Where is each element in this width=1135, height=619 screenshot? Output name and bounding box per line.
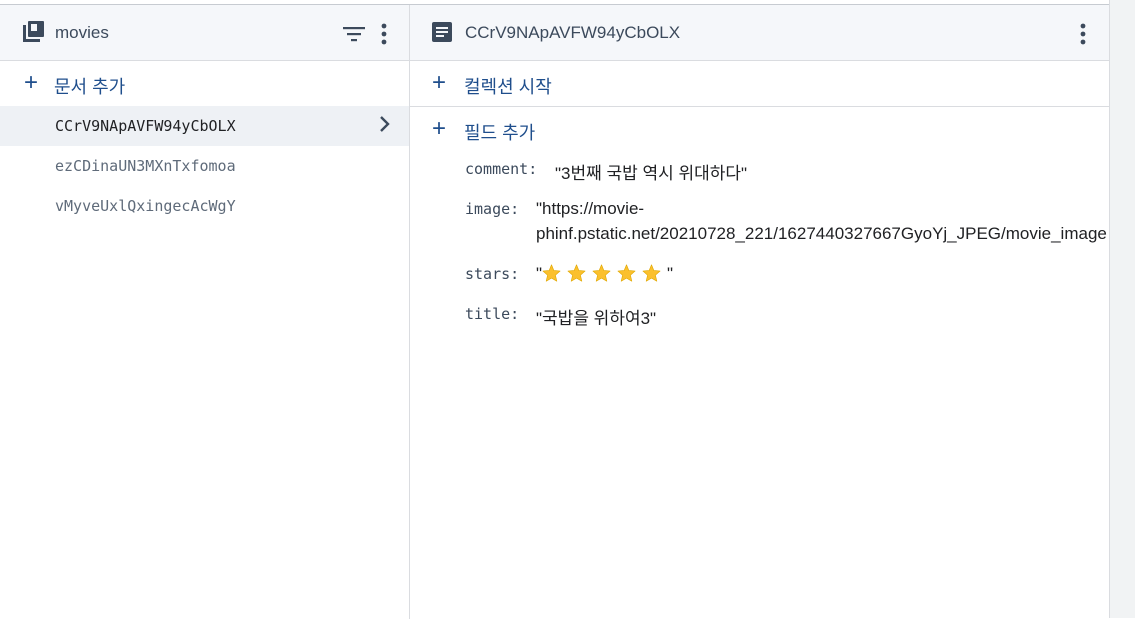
star-icon — [542, 264, 561, 282]
star-icon — [642, 264, 661, 282]
document-list-item[interactable]: vMyveUxlQxingecAcWgY — [0, 186, 409, 226]
add-document-label: 문서 추가 — [54, 77, 126, 97]
star-icon — [617, 264, 636, 282]
document-header: CCrV9NApAVFW94yCbOLX — [410, 5, 1109, 61]
collection-header: movies — [0, 5, 409, 61]
star-rating — [542, 264, 667, 283]
plus-icon: + — [432, 115, 447, 142]
star-icon — [592, 264, 611, 282]
start-collection-label: 컬렉션 시작 — [464, 77, 552, 97]
document-id: CCrV9NApAVFW94yCbOLX — [55, 117, 236, 135]
field-value: "국밥을 위하여3" — [536, 309, 657, 328]
quote-close: " — [667, 264, 674, 283]
scrollbar-track[interactable] — [1109, 0, 1135, 618]
star-icon — [567, 264, 586, 282]
collection-panel: movies + 문서 추가 CCrV9NApAVFW94yCbOLX ezCD… — [0, 5, 410, 619]
field-row-comment[interactable]: comment: "3번째 국밥 역시 위대하다" — [410, 152, 1109, 192]
collection-title: movies — [55, 23, 109, 42]
field-key: image: — [465, 200, 520, 218]
add-document-button[interactable]: + 문서 추가 — [0, 61, 409, 106]
firestore-data-view: movies + 문서 추가 CCrV9NApAVFW94yCbOLX ezCD… — [0, 4, 1109, 619]
start-collection-button[interactable]: + 컬렉션 시작 — [410, 61, 1109, 106]
document-id: vMyveUxlQxingecAcWgY — [55, 197, 236, 215]
field-value: "3번째 국밥 역시 위대하다" — [555, 164, 748, 183]
field-key: comment: — [465, 160, 538, 178]
document-list-item[interactable]: CCrV9NApAVFW94yCbOLX — [0, 106, 409, 146]
field-value: "https://movie- — [536, 199, 645, 218]
plus-icon: + — [432, 69, 447, 96]
more-vert-icon[interactable] — [1071, 22, 1095, 46]
plus-icon: + — [24, 69, 39, 96]
field-value: " " — [536, 264, 673, 284]
document-list: CCrV9NApAVFW94yCbOLX ezCDinaUN3MXnTxfomo… — [0, 106, 409, 226]
document-list-item[interactable]: ezCDinaUN3MXnTxfomoa — [0, 146, 409, 186]
field-row-title[interactable]: title: "국밥을 위하여3" — [410, 297, 1109, 337]
chevron-right-icon — [379, 115, 391, 137]
field-row-stars[interactable]: stars: " " — [410, 257, 1109, 297]
add-field-label: 필드 추가 — [464, 123, 536, 143]
document-id: ezCDinaUN3MXnTxfomoa — [55, 157, 236, 175]
filter-icon[interactable] — [342, 22, 366, 46]
document-panel: CCrV9NApAVFW94yCbOLX + 컬렉션 시작 + 필드 추가 co… — [410, 5, 1109, 619]
field-key: title: — [465, 305, 520, 323]
document-title: CCrV9NApAVFW94yCbOLX — [465, 23, 681, 42]
field-list: comment: "3번째 국밥 역시 위대하다" image: "https:… — [410, 152, 1109, 337]
collection-icon — [22, 21, 44, 43]
more-vert-icon[interactable] — [372, 22, 396, 46]
field-key: stars: — [465, 265, 520, 283]
field-row-image[interactable]: image: "https://movie- phinf.pstatic.net… — [410, 192, 1109, 257]
add-field-button[interactable]: + 필드 추가 — [410, 107, 1109, 152]
field-value-continued: phinf.pstatic.net/20210728_221/162744032… — [536, 224, 1107, 243]
document-icon — [432, 22, 454, 44]
